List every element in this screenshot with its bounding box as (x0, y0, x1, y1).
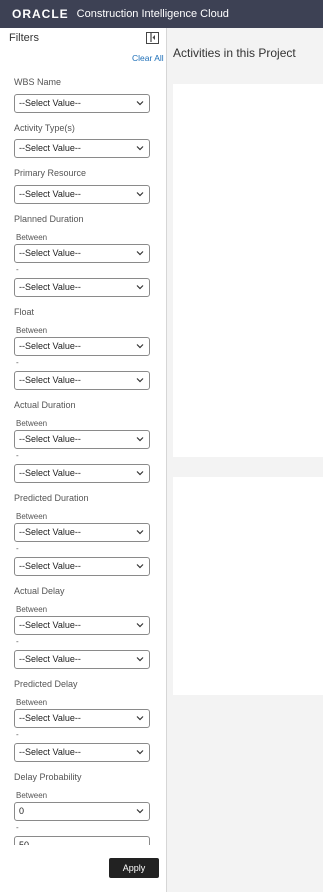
select-value: --Select Value-- (19, 98, 81, 108)
select-value: --Select Value-- (19, 375, 81, 385)
predicted-duration-from-select[interactable]: --Select Value-- (14, 523, 150, 542)
float-to-select[interactable]: --Select Value-- (14, 371, 150, 390)
select-value: --Select Value-- (19, 248, 81, 258)
predicted-duration-between-label: Between (16, 512, 48, 521)
delay-probability-between-label: Between (16, 791, 48, 800)
chevron-down-icon (136, 716, 144, 721)
chevron-down-icon (136, 750, 144, 755)
chevron-down-icon (136, 809, 144, 814)
select-value: --Select Value-- (19, 282, 81, 292)
actual-delay-to-select[interactable]: --Select Value-- (14, 650, 150, 669)
predicted-duration-label: Predicted Duration (14, 493, 89, 503)
planned-duration-from-select[interactable]: --Select Value-- (14, 244, 150, 263)
select-value: --Select Value-- (19, 561, 81, 571)
chevron-down-icon (136, 437, 144, 442)
predicted-delay-between-label: Between (16, 698, 48, 707)
chevron-down-icon (136, 530, 144, 535)
oracle-logo: ORACLE (12, 7, 69, 21)
actual-duration-from-select[interactable]: --Select Value-- (14, 430, 150, 449)
select-value: --Select Value-- (19, 747, 81, 757)
select-value: 50 (19, 840, 30, 845)
float-from-select[interactable]: --Select Value-- (14, 337, 150, 356)
planned-duration-label: Planned Duration (14, 214, 84, 224)
primary-resource-select[interactable]: --Select Value-- (14, 185, 150, 204)
actual-delay-label: Actual Delay (14, 586, 65, 596)
select-value: --Select Value-- (19, 189, 81, 199)
primary-resource-label: Primary Resource (14, 168, 87, 178)
select-value: --Select Value-- (19, 713, 81, 723)
top-header: ORACLE Construction Intelligence Cloud (0, 0, 323, 28)
planned-duration-between-label: Between (16, 233, 48, 242)
range-dash: - (16, 544, 19, 553)
wbs-name-select[interactable]: --Select Value-- (14, 94, 150, 113)
planned-duration-to-select[interactable]: --Select Value-- (14, 278, 150, 297)
float-label: Float (14, 307, 35, 317)
range-dash: - (16, 730, 19, 739)
float-between-label: Between (16, 326, 48, 335)
filters-title: Filters (9, 32, 39, 44)
filters-panel: Filters Clear All WBS Name --Select Valu… (0, 28, 167, 892)
page-title: Activities in this Project (173, 46, 296, 60)
delay-probability-to-select[interactable]: 50 (14, 836, 150, 845)
predicted-duration-to-select[interactable]: --Select Value-- (14, 557, 150, 576)
actual-delay-between-label: Between (16, 605, 48, 614)
apply-button[interactable]: Apply (109, 858, 159, 878)
activities-chart-panel (173, 84, 323, 457)
select-value: --Select Value-- (19, 468, 81, 478)
chevron-down-icon (136, 192, 144, 197)
activities-table-panel (173, 477, 323, 695)
chevron-down-icon (136, 623, 144, 628)
range-dash: - (16, 265, 19, 274)
select-value: --Select Value-- (19, 341, 81, 351)
delay-probability-from-select[interactable]: 0 (14, 802, 150, 821)
chevron-down-icon (136, 564, 144, 569)
select-value: --Select Value-- (19, 434, 81, 444)
select-value: 0 (19, 806, 25, 816)
range-dash: - (16, 637, 19, 646)
collapse-panel-icon[interactable] (146, 32, 159, 44)
predicted-delay-from-select[interactable]: --Select Value-- (14, 709, 150, 728)
chevron-down-icon (136, 344, 144, 349)
wbs-name-label: WBS Name (14, 77, 62, 87)
actual-delay-from-select[interactable]: --Select Value-- (14, 616, 150, 635)
chevron-down-icon (136, 101, 144, 106)
chevron-down-icon (136, 378, 144, 383)
predicted-delay-label: Predicted Delay (14, 679, 78, 689)
delay-probability-label: Delay Probability (14, 772, 82, 782)
clear-all-link[interactable]: Clear All (132, 53, 164, 63)
app-title: Construction Intelligence Cloud (76, 8, 229, 20)
activity-types-select[interactable]: --Select Value-- (14, 139, 150, 158)
predicted-delay-to-select[interactable]: --Select Value-- (14, 743, 150, 762)
chevron-down-icon (136, 285, 144, 290)
actual-duration-label: Actual Duration (14, 400, 76, 410)
select-value: --Select Value-- (19, 527, 81, 537)
select-value: --Select Value-- (19, 143, 81, 153)
range-dash: - (16, 451, 19, 460)
chevron-down-icon (136, 657, 144, 662)
chevron-down-icon (136, 471, 144, 476)
activity-types-label: Activity Type(s) (14, 123, 75, 133)
select-value: --Select Value-- (19, 654, 81, 664)
chevron-down-icon (136, 146, 144, 151)
chevron-down-icon (136, 251, 144, 256)
range-dash: - (16, 358, 19, 367)
range-dash: - (16, 823, 19, 832)
actual-duration-between-label: Between (16, 419, 48, 428)
select-value: --Select Value-- (19, 620, 81, 630)
actual-duration-to-select[interactable]: --Select Value-- (14, 464, 150, 483)
